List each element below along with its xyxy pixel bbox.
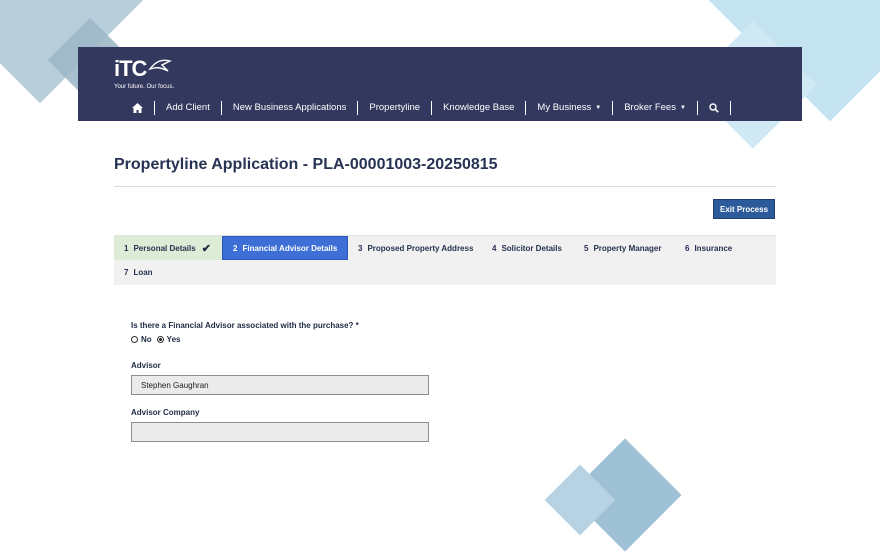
advisor-radio-group: No Yes xyxy=(131,335,185,344)
nav-add-client[interactable]: Add Client xyxy=(155,101,222,115)
advisor-field[interactable]: Stephen Gaughran xyxy=(131,375,429,395)
chevron-down-icon: ▼ xyxy=(595,105,602,111)
divider xyxy=(114,186,776,187)
checkmark-icon: ✔ xyxy=(201,242,211,255)
radio-yes[interactable] xyxy=(156,336,164,343)
itc-logo[interactable]: iTC Your future. Our focus. xyxy=(114,57,174,91)
advisor-company-field[interactable] xyxy=(131,422,429,442)
advisor-label: Advisor xyxy=(131,361,161,370)
home-icon xyxy=(132,103,143,113)
exit-process-button[interactable]: Exit Process xyxy=(713,199,775,219)
step-proposed-property-address[interactable]: 3 Proposed Property Address xyxy=(348,236,483,260)
radio-no[interactable] xyxy=(131,336,138,343)
nav-new-business-applications[interactable]: New Business Applications xyxy=(222,101,359,115)
nav-my-business[interactable]: My Business ▼ xyxy=(526,101,614,115)
advisor-company-label: Advisor Company xyxy=(131,408,200,417)
nav-propertyline[interactable]: Propertyline xyxy=(358,101,433,115)
nav-broker-fees[interactable]: Broker Fees ▼ xyxy=(613,101,698,115)
logo-swoosh-icon xyxy=(148,59,172,72)
page-title: Propertyline Application - PLA-00001003-… xyxy=(114,156,498,173)
home-nav[interactable] xyxy=(128,101,155,115)
progress-stepper: 1 Personal Details ✔ 2 Financial Advisor… xyxy=(114,235,776,285)
step-insurance[interactable]: 6 Insurance xyxy=(675,236,742,260)
nav-knowledge-base[interactable]: Knowledge Base xyxy=(432,101,527,115)
step-loan[interactable]: 7 Loan xyxy=(114,260,163,284)
logo-tagline: Your future. Our focus. xyxy=(114,84,175,90)
advisor-question-label: Is there a Financial Advisor associated … xyxy=(131,321,359,330)
step-financial-advisor-details[interactable]: 2 Financial Advisor Details xyxy=(222,236,348,260)
radio-option-yes[interactable]: Yes xyxy=(156,335,180,344)
chevron-down-icon: ▼ xyxy=(679,105,686,111)
search-nav[interactable] xyxy=(698,101,731,115)
radio-option-no[interactable]: No xyxy=(131,335,152,344)
top-header: iTC Your future. Our focus. Add Client N… xyxy=(78,47,802,121)
step-solicitor-details[interactable]: 4 Solicitor Details xyxy=(482,236,572,260)
search-icon xyxy=(709,103,719,113)
step-personal-details[interactable]: 1 Personal Details ✔ xyxy=(114,236,222,260)
step-property-manager[interactable]: 5 Property Manager xyxy=(574,236,671,260)
main-nav: Add Client New Business Applications Pro… xyxy=(128,99,731,117)
